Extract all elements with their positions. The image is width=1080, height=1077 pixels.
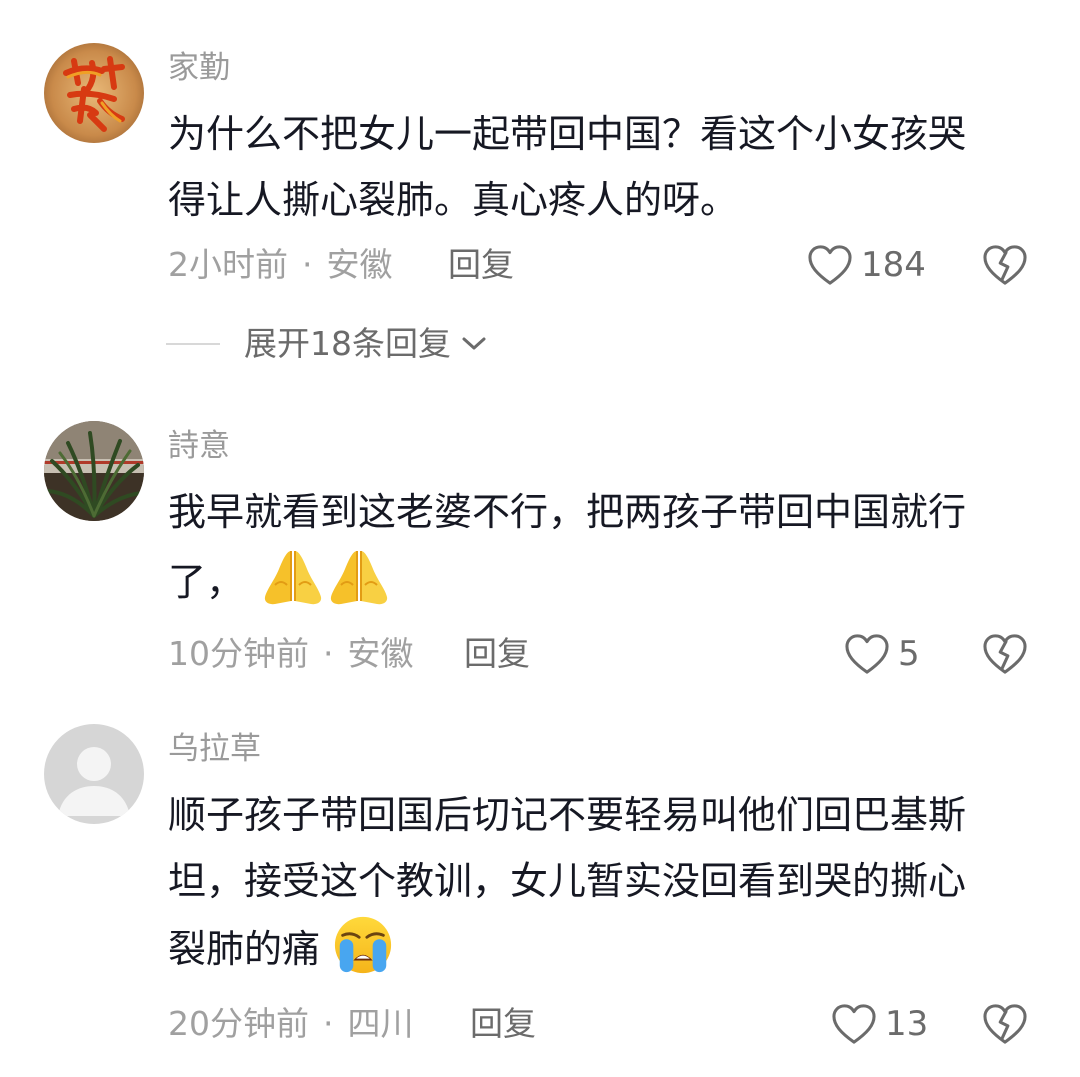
comment-meta: 10分钟前 · 安徽 [168, 632, 414, 676]
expand-replies-button[interactable]: 展开18条回复 [166, 322, 489, 366]
comment-time: 2小时前 [168, 245, 288, 284]
comment-location: 安徽 [326, 245, 393, 284]
reply-button[interactable]: 回复 [470, 1002, 536, 1046]
folded-hands-emoji-icon [326, 545, 392, 609]
like-count: 184 [861, 245, 926, 285]
user-avatar[interactable] [44, 43, 144, 143]
dislike-button[interactable] [982, 1003, 1028, 1049]
comment-username[interactable]: 家勤 [168, 48, 230, 88]
comment-text-line: 裂肺的痛 [168, 914, 1038, 982]
heart-icon [807, 244, 853, 286]
broken-heart-icon [982, 1003, 1028, 1045]
comment-meta: 2小时前 · 安徽 [168, 243, 393, 287]
user-avatar[interactable] [44, 421, 144, 521]
heart-icon [844, 633, 890, 675]
like-count: 13 [885, 1004, 929, 1044]
comment-text-line: 得让人撕心裂肺。真心疼人的呀。 [168, 178, 739, 222]
comment-time: 10分钟前 [168, 634, 309, 673]
chevron-down-icon [462, 337, 486, 350]
comment-text: 我早就看到这老婆不行，把两孩子带回中国就行 了， [168, 479, 1038, 615]
comment-text: 为什么不把女儿一起带回中国？看这个小女孩哭 得让人撕心裂肺。真心疼人的呀。 [168, 101, 1038, 233]
comment-text: 顺子孩子带回国后切记不要轻易叫他们回巴基斯 坦，接受这个教训，女儿暂实没回看到哭… [168, 782, 1038, 982]
broken-heart-icon [982, 244, 1028, 286]
comment-time: 20分钟前 [168, 1004, 309, 1043]
like-count: 5 [898, 634, 920, 674]
default-user-avatar-icon [44, 724, 144, 824]
comment-meta: 20分钟前 · 四川 [168, 1002, 414, 1046]
comment-text-line: 为什么不把女儿一起带回中国？看这个小女孩哭 [168, 112, 967, 156]
comment-text-line: 坦，接受这个教训，女儿暂实没回看到哭的撕心 [168, 859, 967, 903]
like-button[interactable]: 5 [844, 632, 920, 676]
comment-text-line: 顺子孩子带回国后切记不要轻易叫他们回巴基斯 [168, 793, 967, 837]
comment-text-line: 了， [168, 545, 1038, 615]
loudly-crying-face-emoji-icon [335, 916, 392, 974]
meta-separator: · [323, 1004, 334, 1043]
like-button[interactable]: 184 [807, 243, 926, 287]
meta-separator: · [302, 245, 313, 284]
comment-text-segment: 了， [168, 560, 245, 604]
like-button[interactable]: 13 [831, 1002, 928, 1046]
heart-icon [831, 1003, 877, 1045]
comment-location: 安徽 [347, 634, 414, 673]
calligraphy-avatar-icon [44, 43, 144, 143]
folded-hands-emoji-icon [260, 545, 326, 609]
comment-username[interactable]: 乌拉草 [168, 729, 261, 769]
expand-replies-label: 展开18条回复 [244, 324, 451, 363]
reply-button[interactable]: 回复 [464, 632, 530, 676]
comment-location: 四川 [347, 1004, 414, 1043]
user-avatar[interactable] [44, 724, 144, 824]
divider [166, 343, 220, 345]
dislike-button[interactable] [982, 244, 1028, 290]
reply-button[interactable]: 回复 [448, 243, 514, 287]
comment-text-segment: 裂肺的痛 [168, 927, 321, 971]
comment-text-line: 我早就看到这老婆不行，把两孩子带回中国就行 [168, 490, 967, 534]
meta-separator: · [323, 634, 334, 673]
plant-photo-avatar-icon [44, 421, 144, 521]
comment-username[interactable]: 詩意 [168, 426, 230, 466]
broken-heart-icon [982, 633, 1028, 675]
dislike-button[interactable] [982, 633, 1028, 679]
